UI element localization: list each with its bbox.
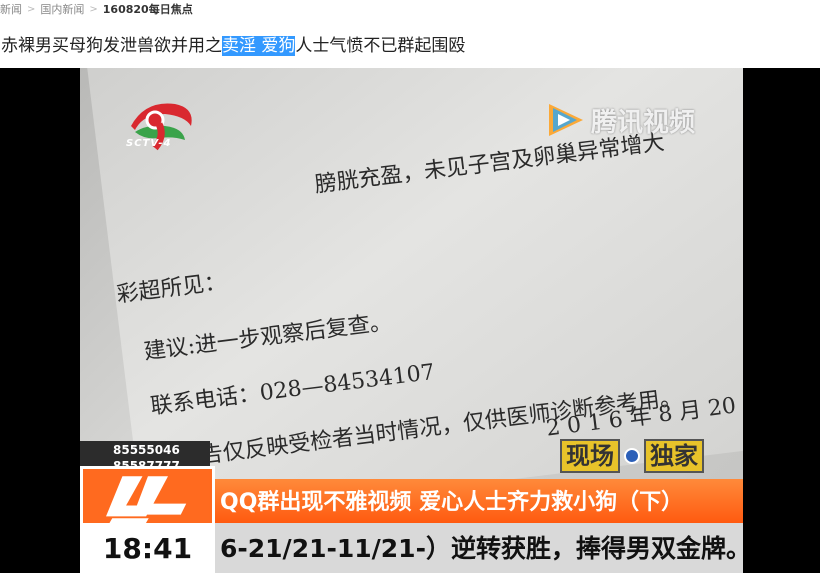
- title-selected-text[interactable]: 卖淫 爱狗: [222, 36, 296, 56]
- video-player[interactable]: 膀胱充盈，未见子宫及卵巢异常增大 彩超所见： 建议:进一步观察后复查。 联系电话…: [0, 68, 820, 573]
- breadcrumb-link-domestic[interactable]: 国内新闻: [40, 1, 84, 17]
- watermark-text: 腾讯视频: [591, 107, 696, 138]
- clock: 18:41: [80, 523, 215, 573]
- page-title: 赤裸男买母狗发泄兽欲并用之卖淫 爱狗人士气愤不已群起围殴: [1, 31, 465, 56]
- tencent-video-watermark: 腾讯视频: [543, 98, 695, 142]
- news-ticker: 18:41 6-21/21-11/21-）逆转获胜，捧得男双金牌。: [80, 523, 743, 573]
- exclusive-badge: 现场 独家: [560, 439, 704, 473]
- breadcrumb-link-news[interactable]: 新闻: [0, 1, 22, 17]
- breadcrumb-chevron-icon: >: [27, 3, 36, 15]
- breadcrumb-chevron-icon: >: [89, 3, 98, 15]
- ticker-text: 6-21/21-11/21-）逆转获胜，捧得男双金牌。: [220, 534, 743, 563]
- video-frame[interactable]: 膀胱充盈，未见子宫及卵巢异常增大 彩超所见： 建议:进一步观察后复查。 联系电话…: [80, 68, 743, 573]
- badge-dot-icon: [624, 448, 640, 464]
- channel-logo-text: SCTV-4: [126, 138, 172, 149]
- breadcrumb: 新闻 > 国内新闻 > 160820每日焦点: [0, 0, 193, 18]
- title-after: 人士气愤不已群起围殴: [295, 36, 466, 56]
- title-before: 赤裸男买母狗发泄兽欲并用之: [1, 36, 222, 56]
- breadcrumb-current: 160820每日焦点: [102, 3, 193, 16]
- tencent-video-icon: [549, 104, 583, 136]
- hotline-1: 85555046: [113, 443, 180, 457]
- caption-title: QQ群出现不雅视频 爱心人士齐力救小狗（下）: [220, 490, 684, 515]
- badge-left: 现场: [560, 439, 620, 473]
- badge-right: 独家: [644, 439, 704, 473]
